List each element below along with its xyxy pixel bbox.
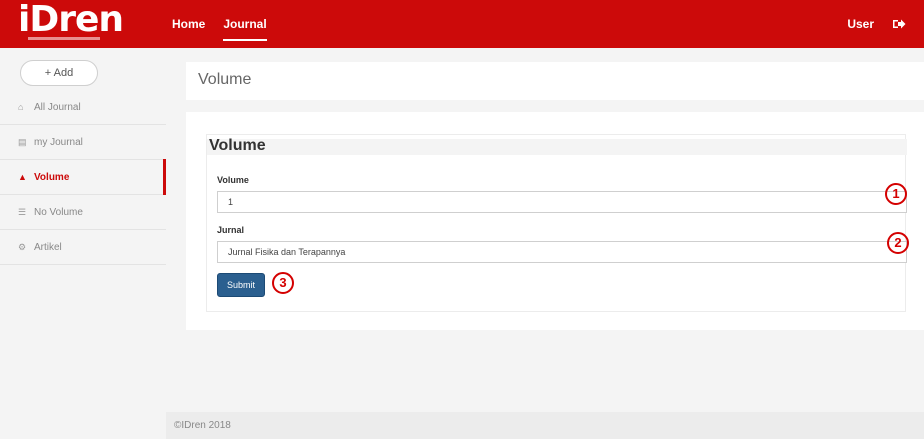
logout-icon[interactable]: [892, 17, 906, 31]
brand-logo-text: iDren: [18, 0, 124, 40]
page-title: Volume: [198, 71, 252, 88]
jurnal-label: Jurnal: [217, 225, 245, 235]
nav-journal[interactable]: Journal: [223, 0, 268, 48]
sidebar: + Add ⌂ All Journal ▤ my Journal ▲ Volume ☰…: [0, 48, 166, 439]
sidebar-item-no-volume[interactable]: ☰ No Volume: [0, 195, 166, 230]
callout-1: 1: [885, 183, 907, 205]
volume-form: Volume Volume 1 Jurnal Jurnal Fisika dan…: [206, 134, 907, 312]
form-title: Volume: [209, 137, 266, 154]
sidebar-item-all-journal[interactable]: ⌂ All Journal: [0, 90, 166, 125]
home-icon: ⌂: [18, 102, 24, 112]
page-header: Volume: [186, 62, 924, 100]
callout-2: 2: [887, 232, 909, 254]
footer-copyright: ©IDren 2018: [174, 420, 231, 431]
sidebar-item-my-journal[interactable]: ▤ my Journal: [0, 125, 166, 160]
top-navbar: iDren Home Journal User: [0, 0, 924, 48]
submit-button[interactable]: Submit: [217, 273, 265, 297]
sidebar-item-label: No Volume: [34, 207, 83, 218]
book-icon: ▤: [18, 137, 27, 147]
sidebar-item-label: my Journal: [34, 137, 83, 148]
add-button[interactable]: + Add: [20, 60, 98, 86]
sidebar-item-label: Volume: [34, 172, 70, 183]
form-title-bar: Volume: [207, 137, 907, 155]
sidebar-item-label: Artikel: [34, 242, 62, 253]
volume-input[interactable]: 1: [217, 191, 907, 213]
sidebar-item-volume[interactable]: ▲ Volume: [0, 159, 166, 195]
brand-logo[interactable]: iDren: [18, 0, 124, 40]
gear-icon: ⚙: [18, 242, 27, 252]
list-icon: ☰: [18, 207, 27, 217]
user-icon: ▲: [18, 172, 27, 182]
sidebar-item-artikel[interactable]: ⚙ Artikel: [0, 230, 166, 265]
sidebar-item-label: All Journal: [34, 102, 81, 113]
callout-3: 3: [272, 272, 294, 294]
jurnal-select[interactable]: Jurnal Fisika dan Terapannya: [217, 241, 907, 263]
footer: ©IDren 2018: [166, 412, 924, 439]
nav-home[interactable]: Home: [172, 0, 205, 48]
sidebar-menu: ⌂ All Journal ▤ my Journal ▲ Volume ☰ No Vol…: [0, 90, 166, 265]
content-card: Volume Volume 1 Jurnal Jurnal Fisika dan…: [186, 112, 924, 330]
brand-tagline-bar: [28, 37, 100, 40]
user-menu[interactable]: User: [847, 0, 874, 48]
main-nav: Home Journal: [172, 0, 285, 48]
volume-label: Volume: [217, 175, 249, 185]
